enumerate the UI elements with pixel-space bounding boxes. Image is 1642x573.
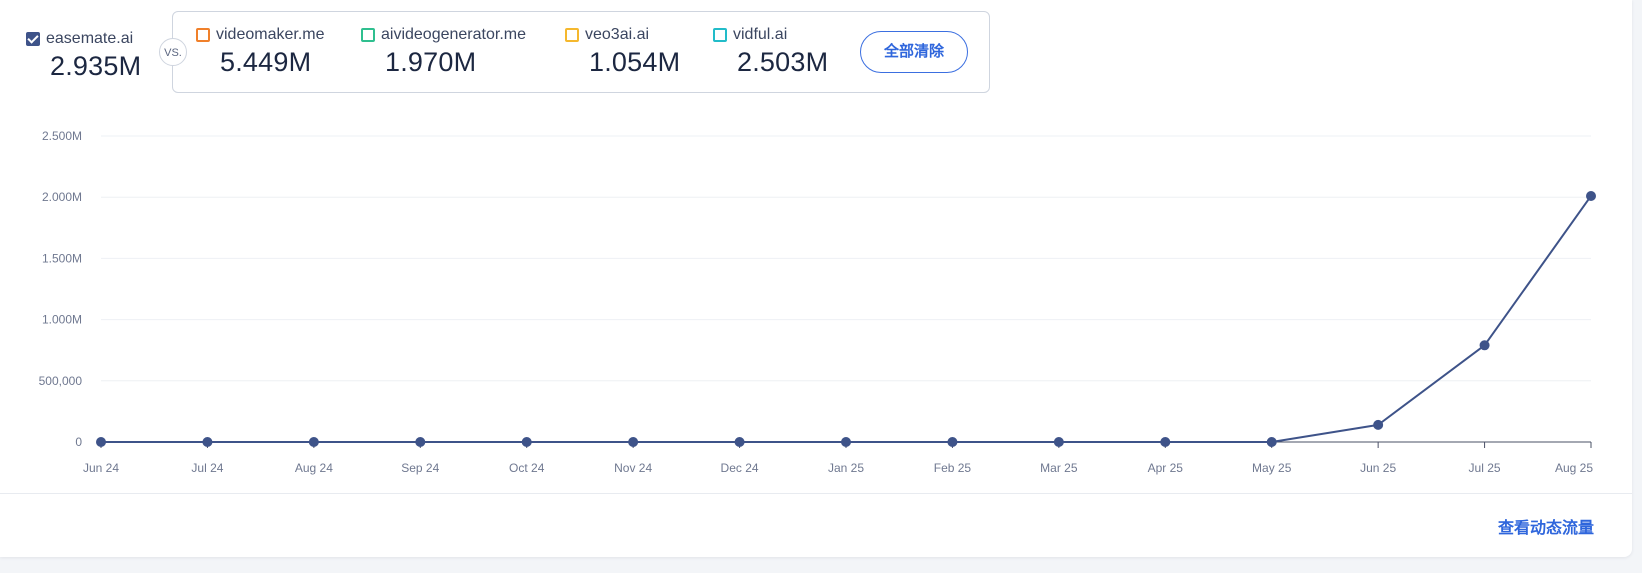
primary-site-checkbox[interactable] xyxy=(26,32,40,46)
y-tick-label: 2.000M xyxy=(42,190,82,204)
y-tick-label: 0 xyxy=(75,435,82,449)
traffic-card: easemate.ai 2.935M videomaker.me 5.449M … xyxy=(0,0,1632,557)
primary-site-name: easemate.ai xyxy=(46,30,134,47)
y-tick-label: 2.500M xyxy=(42,129,82,143)
view-dynamic-traffic-link[interactable]: 查看动态流量 xyxy=(1498,514,1594,538)
primary-site[interactable]: easemate.ai 2.935M xyxy=(26,30,141,82)
x-tick-label: Apr 25 xyxy=(1148,461,1184,475)
x-tick-label: Feb 25 xyxy=(934,461,972,475)
competitor-name: aivideogenerator.me xyxy=(381,26,526,43)
data-point[interactable] xyxy=(96,437,106,447)
x-tick-label: Jul 25 xyxy=(1469,461,1501,475)
data-point[interactable] xyxy=(202,437,213,447)
x-tick-label: Jul 24 xyxy=(191,461,223,475)
traffic-line-chart: 0 500,000 1.000M 1.500M 2.000M 2.500M Jun 24 Ju… xyxy=(39,129,1596,475)
x-tick-label: May 25 xyxy=(1252,461,1292,475)
data-point[interactable] xyxy=(947,437,958,447)
data-point[interactable] xyxy=(415,437,426,447)
competitor-value: 2.503M xyxy=(737,47,829,78)
series-line xyxy=(101,195,1592,443)
competitor-box: videomaker.me 5.449M aivideogenerator.me… xyxy=(172,11,990,93)
data-point[interactable] xyxy=(841,437,851,447)
competitor-videomaker[interactable]: videomaker.me 5.449M xyxy=(196,26,325,78)
competitor-name: videomaker.me xyxy=(216,26,325,43)
x-tick-label: Aug 25 xyxy=(1555,461,1593,475)
competitor-aivideogenerator[interactable]: aivideogenerator.me 1.970M xyxy=(361,26,526,78)
competitor-name: veo3ai.ai xyxy=(585,26,650,43)
competitor-name: vidful.ai xyxy=(733,26,788,43)
y-tick-label: 500,000 xyxy=(39,374,83,388)
data-point[interactable] xyxy=(1160,437,1171,447)
data-point[interactable] xyxy=(308,437,319,447)
x-tick-label: Jun 25 xyxy=(1360,461,1396,475)
data-point[interactable] xyxy=(734,437,745,447)
data-point[interactable] xyxy=(1266,437,1277,447)
y-tick-label: 1.000M xyxy=(42,313,82,327)
competitor-vidful[interactable]: vidful.ai 2.503M xyxy=(713,26,828,78)
competitor-checkbox[interactable] xyxy=(713,28,727,42)
x-tick-label: Oct 24 xyxy=(509,461,545,475)
x-tick-label: Dec 24 xyxy=(721,461,759,475)
competitor-checkbox[interactable] xyxy=(565,28,579,42)
x-tick-label: Sep 24 xyxy=(401,461,439,475)
x-tick-label: Aug 24 xyxy=(295,461,333,475)
primary-site-value: 2.935M xyxy=(50,51,142,82)
data-point[interactable] xyxy=(628,437,639,447)
data-point[interactable] xyxy=(1586,190,1596,201)
competitor-value: 1.970M xyxy=(385,47,477,78)
competitor-veo3ai[interactable]: veo3ai.ai 1.054M xyxy=(565,26,680,78)
x-tick-label: Nov 24 xyxy=(614,461,652,475)
competitor-value: 5.449M xyxy=(220,47,312,78)
data-point[interactable] xyxy=(1373,419,1384,430)
y-tick-label: 1.500M xyxy=(42,251,82,265)
x-tick-label: Mar 25 xyxy=(1040,461,1078,475)
competitor-checkbox[interactable] xyxy=(361,28,375,42)
data-point[interactable] xyxy=(521,437,532,447)
x-tick-label: Jun 24 xyxy=(83,461,119,475)
clear-all-button[interactable]: 全部清除 xyxy=(860,31,968,73)
competitor-checkbox[interactable] xyxy=(196,28,210,42)
competitor-value: 1.054M xyxy=(589,47,681,78)
data-point[interactable] xyxy=(1479,340,1490,351)
vs-badge: VS. xyxy=(159,38,187,66)
data-point[interactable] xyxy=(1053,437,1064,447)
x-tick-label: Jan 25 xyxy=(828,461,864,475)
divider xyxy=(0,493,1632,494)
